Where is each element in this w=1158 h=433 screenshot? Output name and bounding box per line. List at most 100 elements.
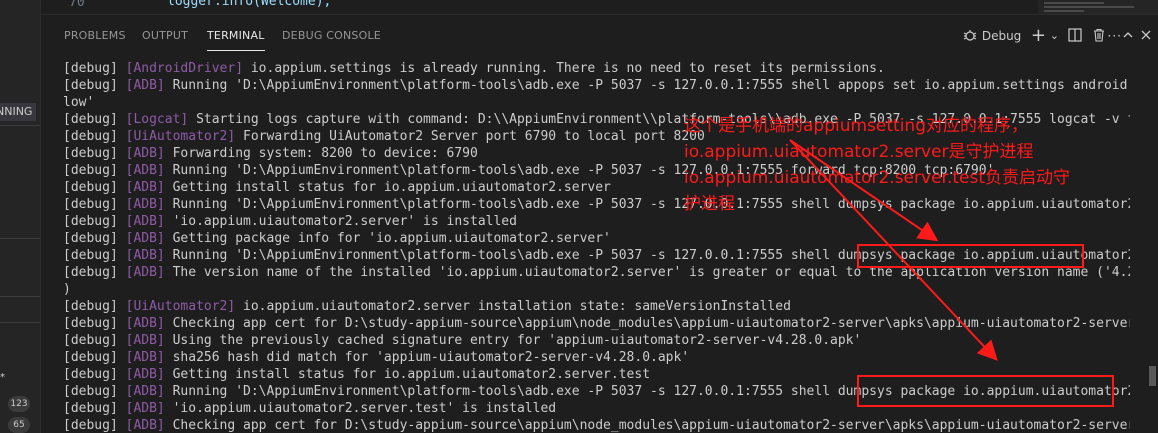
line-number: 70 — [69, 0, 85, 10]
terminal-line: [debug] [ADB] sha256 hash did match for … — [63, 350, 1130, 367]
code-text: logger.info(Welcome); — [167, 0, 332, 9]
terminal-line: ) — [63, 282, 1130, 299]
terminal-line: [debug] [ADB] Checking app cert for D:\s… — [63, 316, 1130, 333]
log-source-tag: [ADB] — [125, 214, 165, 229]
annotation-line: io.appium.uiautomator2.server.test负责启动守 — [684, 168, 1071, 188]
scrollbar[interactable] — [1144, 61, 1158, 433]
debug-icon — [963, 30, 977, 41]
left-sidebar: NNING * 123 65 — [0, 0, 40, 433]
log-level: [debug] — [63, 418, 126, 433]
log-message: io.appium.uiautomator2.server installati… — [235, 299, 791, 314]
log-level: [debug] — [63, 231, 126, 246]
tab-problems[interactable]: PROBLEMS — [64, 29, 126, 42]
log-message: 'io.appium.uiautomator2.server' is insta… — [164, 214, 517, 229]
log-message: Getting install status for io.appium.uia… — [164, 180, 611, 195]
terminal-line: [debug] [AndroidDriver] io.appium.settin… — [63, 61, 1130, 78]
split-icon[interactable] — [1068, 23, 1082, 49]
log-message: Getting package info for 'io.appium.uiau… — [164, 231, 611, 246]
divider — [0, 296, 40, 297]
log-source-tag: [ADB] — [125, 265, 165, 280]
new-terminal-button[interactable]: + — [1031, 23, 1046, 49]
log-level: [debug] — [63, 163, 126, 178]
log-message: low' — [63, 95, 95, 110]
count-badge: 65 — [8, 417, 30, 433]
log-source-tag: [ADB] — [125, 333, 165, 348]
chevron-down-icon[interactable]: ⌄ — [1050, 23, 1059, 49]
log-level: [debug] — [63, 350, 126, 365]
log-source-tag: [ADB] — [125, 78, 165, 93]
log-source-tag: [ADB] — [125, 163, 165, 178]
log-source-tag: [ADB] — [125, 401, 165, 416]
log-level: [debug] — [63, 367, 126, 382]
annotation-highlight-box — [857, 375, 1114, 407]
log-message: io.appium.settings is already running. T… — [243, 61, 885, 76]
log-message: ) — [63, 282, 71, 297]
terminal-line: [debug] [ADB] Using the previously cache… — [63, 333, 1130, 350]
terminal-line: low' — [63, 95, 1130, 112]
trash-icon[interactable] — [1092, 23, 1106, 49]
log-level: [debug] — [63, 129, 126, 144]
log-level: [debug] — [63, 180, 126, 195]
log-message: Getting install status for io.appium.uia… — [164, 367, 651, 382]
annotation-line: 这个是手机端的appiumsetting对应的程序， — [684, 116, 1028, 136]
log-level: [debug] — [63, 214, 126, 229]
log-level: [debug] — [63, 316, 126, 331]
bottom-panel: PROBLEMS OUTPUT TERMINAL DEBUG CONSOLE D… — [41, 14, 1158, 433]
log-source-tag: [ADB] — [125, 197, 165, 212]
log-source-tag: [ADB] — [125, 384, 165, 399]
tab-output[interactable]: OUTPUT — [142, 29, 188, 42]
ellipsis-icon[interactable]: ··· — [1108, 23, 1122, 49]
log-level: [debug] — [63, 197, 126, 212]
chevron-up-icon[interactable] — [1122, 23, 1134, 49]
log-level: [debug] — [63, 299, 126, 314]
divider — [0, 322, 40, 323]
log-source-tag: [ADB] — [125, 350, 165, 365]
close-icon[interactable] — [1140, 23, 1152, 49]
log-level: [debug] — [63, 265, 126, 280]
log-message: Checking app cert for D:\study-appium-so… — [172, 418, 1130, 433]
annotation-line: 护进程 — [684, 194, 735, 214]
terminal-name: Debug — [981, 29, 1022, 43]
log-message: sha256 hash did match for 'appium-uiauto… — [164, 350, 690, 365]
minimap[interactable] — [1038, 0, 1158, 14]
log-source-tag: [ADB] — [125, 248, 165, 263]
annotation-text: 这个是手机端的appiumsetting对应的程序， io.appium.uia… — [684, 113, 1070, 217]
divider — [0, 125, 40, 126]
log-message: Forwarding UiAutomator2 Server port 6790… — [235, 129, 705, 144]
annotation-line: io.appium.uiautomator2.server是守护进程 — [684, 142, 1034, 162]
log-level: [debug] — [63, 61, 126, 76]
divider — [0, 238, 40, 239]
terminal-line: [debug] [UiAutomator2] io.appium.uiautom… — [63, 299, 1130, 316]
log-message: Checking app cert for D:\study-appium-so… — [164, 316, 1130, 331]
log-source-tag: [AndroidDriver] — [125, 61, 244, 76]
terminal-line: [debug] [ADB] Running 'D:\AppiumEnvironm… — [63, 78, 1130, 95]
log-source-tag: [ADB] — [125, 180, 165, 195]
log-message: Using the previously cached signature en… — [164, 333, 862, 348]
log-message: Running 'D:\AppiumEnvironment\platform-t… — [172, 78, 1130, 93]
status-marker: * — [0, 372, 5, 383]
log-source-tag: [UiAutomator2] — [125, 129, 236, 144]
log-source-tag: [UiAutomator2] — [125, 299, 236, 314]
log-level: [debug] — [63, 384, 126, 399]
editor-code-line: 70 logger.info(Welcome); — [41, 0, 1158, 14]
terminal-selector[interactable]: Debug — [962, 23, 1022, 49]
log-source-tag: [ADB] — [125, 146, 165, 161]
tab-terminal[interactable]: TERMINAL — [207, 29, 265, 51]
log-level: [debug] — [63, 401, 126, 416]
count-badge: 123 — [8, 396, 30, 412]
log-source-tag: [Logcat] — [125, 112, 189, 127]
log-level: [debug] — [63, 333, 126, 348]
log-level: [debug] — [63, 78, 126, 93]
log-message: 'io.appium.uiautomator2.server.test' is … — [164, 401, 557, 416]
log-level: [debug] — [63, 146, 126, 161]
log-level: [debug] — [63, 112, 126, 127]
scrollbar-thumb[interactable] — [1149, 366, 1156, 386]
log-source-tag: [ADB] — [125, 231, 165, 246]
running-view-label[interactable]: NNING — [0, 103, 36, 121]
annotation-highlight-box — [857, 244, 1084, 268]
terminal-line: [debug] [ADB] Checking app cert for D:\s… — [63, 418, 1130, 433]
log-level: [debug] — [63, 248, 126, 263]
log-source-tag: [ADB] — [125, 418, 165, 433]
tab-debug-console[interactable]: DEBUG CONSOLE — [282, 29, 381, 42]
log-source-tag: [ADB] — [125, 367, 165, 382]
